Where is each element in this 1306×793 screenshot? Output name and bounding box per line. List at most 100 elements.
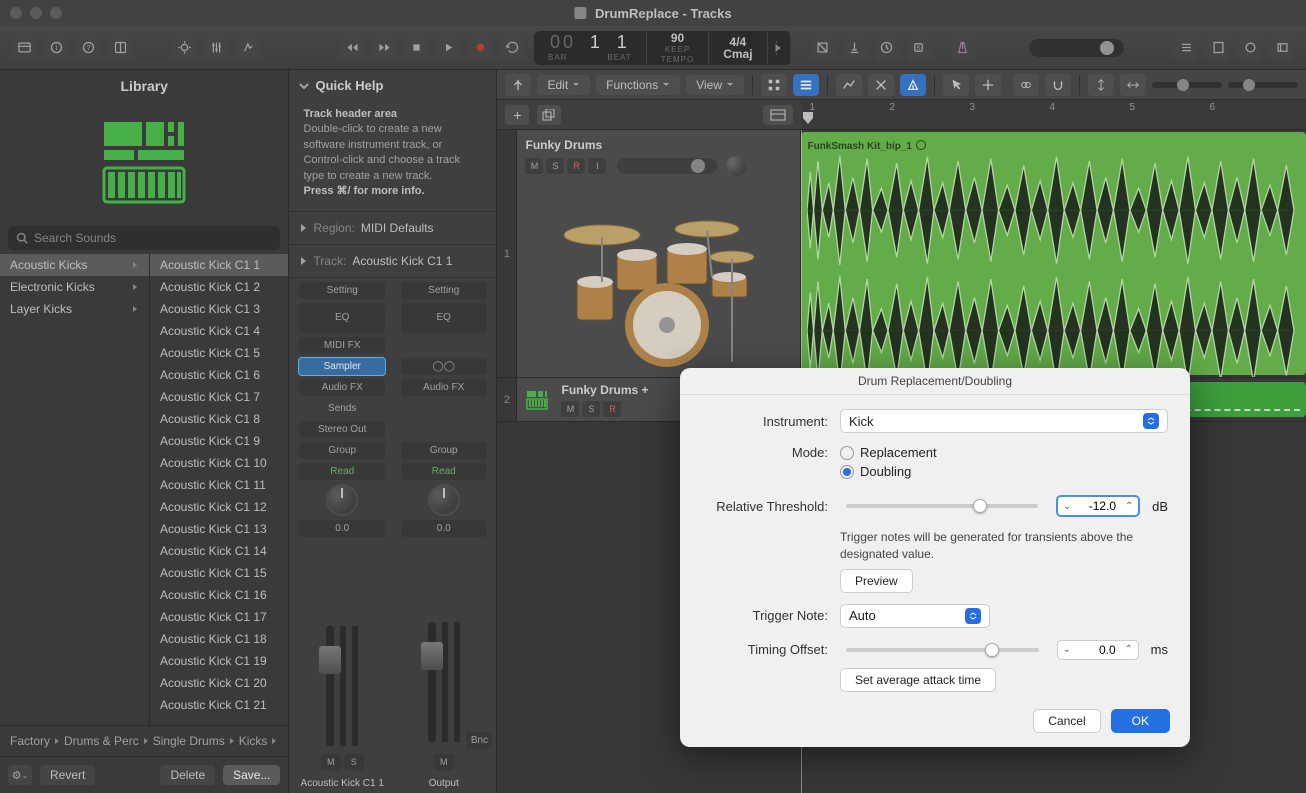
master-volume-slider[interactable] — [1029, 39, 1124, 57]
preview-button[interactable]: Preview — [840, 569, 913, 593]
chevron-up-icon[interactable]: ⌃ — [1120, 644, 1138, 655]
chevron-down-icon[interactable]: ⌄ — [1058, 501, 1076, 512]
solo-button[interactable]: S — [582, 401, 600, 417]
preset-item[interactable]: Acoustic Kick C1 10 — [150, 452, 288, 474]
quickhelp-toggle-icon[interactable]: ? — [76, 36, 100, 60]
hzoom-icon[interactable] — [1120, 74, 1146, 96]
view-menu[interactable]: View — [686, 75, 744, 95]
preset-item[interactable]: Acoustic Kick C1 17 — [150, 606, 288, 628]
play-icon[interactable] — [436, 36, 460, 60]
preset-item[interactable]: Acoustic Kick C1 4 — [150, 320, 288, 342]
save-button[interactable]: Save... — [223, 765, 280, 785]
track-number[interactable]: 1 — [497, 130, 517, 377]
set-attack-button[interactable]: Set average attack time — [840, 668, 996, 692]
eq-slot[interactable]: EQ — [401, 303, 487, 333]
breadcrumb[interactable]: FactoryDrums & PercSingle DrumsKicks — [0, 725, 288, 756]
add-track-button[interactable]: + — [505, 105, 529, 125]
notes-icon[interactable] — [1206, 36, 1230, 60]
vzoom-slider[interactable] — [1152, 82, 1222, 88]
functions-menu[interactable]: Functions — [596, 75, 680, 95]
vzoom-icon[interactable] — [1088, 74, 1114, 96]
preset-item[interactable]: Acoustic Kick C1 15 — [150, 562, 288, 584]
eq-slot[interactable]: EQ — [299, 303, 385, 333]
input-monitor-button[interactable]: I — [588, 158, 606, 174]
hierarchy-icon[interactable] — [505, 74, 531, 96]
preset-item[interactable]: Acoustic Kick C1 5 — [150, 342, 288, 364]
flex-icon[interactable] — [868, 74, 894, 96]
global-tracks-button[interactable] — [763, 105, 793, 125]
automation-mode[interactable]: Read — [299, 463, 385, 480]
marquee-tool-icon[interactable] — [975, 74, 1001, 96]
track-header[interactable]: Funky Drums M S R I — [517, 130, 801, 377]
cycle-icon[interactable] — [500, 36, 524, 60]
audiofx-slot[interactable]: Audio FX — [401, 379, 487, 396]
gear-icon[interactable]: ⚙︎⌄ — [8, 765, 32, 785]
breadcrumb-item[interactable]: Factory — [10, 734, 50, 748]
preset-item[interactable]: Acoustic Kick C1 6 — [150, 364, 288, 386]
track-lane[interactable]: FunkSmash Kit_bip_1 — [801, 130, 1306, 377]
track-pan-knob[interactable] — [726, 156, 746, 176]
smart-controls-icon[interactable] — [172, 36, 196, 60]
preset-item[interactable]: Acoustic Kick C1 9 — [150, 430, 288, 452]
setting-slot[interactable]: Setting — [401, 282, 487, 299]
toolbar-toggle-icon[interactable] — [108, 36, 132, 60]
browser-icon[interactable] — [1270, 36, 1294, 60]
mixer-icon[interactable] — [204, 36, 228, 60]
mode-doubling-radio[interactable]: Doubling — [840, 464, 1168, 479]
track-volume-slider[interactable] — [617, 158, 717, 174]
instrument-select[interactable]: Kick — [840, 409, 1168, 433]
delete-button[interactable]: Delete — [160, 765, 215, 785]
preset-item[interactable]: Acoustic Kick C1 20 — [150, 672, 288, 694]
mute-button[interactable]: M — [561, 401, 579, 417]
minimize-icon[interactable] — [30, 7, 42, 19]
offset-slider[interactable] — [846, 648, 1039, 652]
preset-item[interactable]: Acoustic Kick C1 18 — [150, 628, 288, 650]
pan-knob[interactable] — [428, 484, 460, 516]
category-item[interactable]: Acoustic Kicks — [0, 254, 149, 276]
preset-list[interactable]: Acoustic Kick C1 1Acoustic Kick C1 2Acou… — [150, 254, 288, 725]
automation-icon[interactable] — [836, 74, 862, 96]
solo-button[interactable]: S — [546, 158, 564, 174]
mute-button[interactable]: M — [321, 754, 341, 770]
record-enable-button[interactable]: R — [567, 158, 585, 174]
editors-icon[interactable] — [236, 36, 260, 60]
catch-icon[interactable] — [900, 74, 926, 96]
audio-region[interactable]: FunkSmash Kit_bip_1 — [801, 132, 1306, 375]
preset-item[interactable]: Acoustic Kick C1 13 — [150, 518, 288, 540]
threshold-value[interactable] — [1076, 497, 1120, 515]
list-view-icon[interactable] — [793, 74, 819, 96]
cancel-button[interactable]: Cancel — [1033, 709, 1100, 733]
lcd-display[interactable]: 00 1 1 BARBEAT 90 KEEP TEMPO 4/4 Cmaj — [534, 31, 791, 65]
breadcrumb-item[interactable]: Drums & Perc — [64, 734, 139, 748]
setting-slot[interactable]: Setting — [299, 282, 385, 299]
metronome-icon[interactable] — [951, 36, 975, 60]
preset-item[interactable]: Acoustic Kick C1 12 — [150, 496, 288, 518]
mute-button[interactable]: M — [434, 754, 454, 770]
grid-view-icon[interactable] — [761, 74, 787, 96]
pan-knob[interactable] — [326, 484, 358, 516]
record-icon[interactable] — [468, 36, 492, 60]
preset-item[interactable]: Acoustic Kick C1 7 — [150, 386, 288, 408]
volume-fader[interactable] — [326, 626, 334, 746]
automation-mode[interactable]: Read — [401, 463, 487, 480]
duplicate-track-button[interactable] — [537, 105, 561, 125]
threshold-slider[interactable] — [846, 504, 1038, 508]
breadcrumb-item[interactable]: Single Drums — [153, 734, 225, 748]
group-slot[interactable]: Group — [299, 442, 385, 459]
preset-item[interactable]: Acoustic Kick C1 21 — [150, 694, 288, 716]
category-item[interactable]: Layer Kicks — [0, 298, 149, 320]
category-item[interactable]: Electronic Kicks — [0, 276, 149, 298]
offset-stepper[interactable]: ⌄ ⌃ — [1057, 640, 1139, 660]
track-name[interactable]: Funky Drums — [525, 138, 792, 152]
snap-icon[interactable] — [1045, 74, 1071, 96]
chevron-up-icon[interactable]: ⌃ — [1120, 501, 1138, 512]
solo-icon[interactable]: S — [907, 36, 931, 60]
forward-icon[interactable] — [372, 36, 396, 60]
tuner-icon[interactable] — [843, 36, 867, 60]
region-inspector-row[interactable]: Region: MIDI Defaults — [289, 212, 496, 245]
replace-icon[interactable] — [811, 36, 835, 60]
trigger-note-select[interactable]: Auto — [840, 604, 990, 628]
search-input[interactable]: Search Sounds — [8, 226, 280, 250]
volume-readout[interactable]: 0.0 — [299, 520, 385, 537]
revert-button[interactable]: Revert — [40, 765, 95, 785]
